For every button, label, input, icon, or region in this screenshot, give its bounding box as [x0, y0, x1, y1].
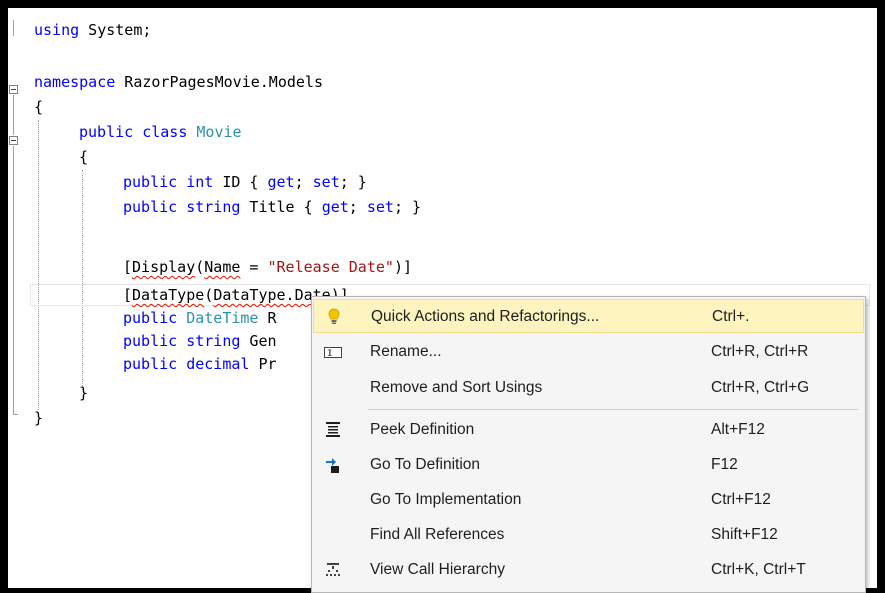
call-hierarchy-icon	[323, 560, 343, 580]
menu-item-shortcut: Shift+F12	[711, 526, 778, 543]
menu-item-label: Peek Definition	[370, 421, 475, 438]
menu-item-shortcut: Ctrl+K, Ctrl+T	[711, 561, 806, 578]
menu-item-go-to-implementation[interactable]: Go To Implementation Ctrl+F12	[313, 483, 864, 517]
code-line-12: public decimal Pr	[123, 355, 277, 373]
menu-item-label: Find All References	[370, 526, 505, 543]
lightbulb-icon	[324, 307, 344, 327]
rename-icon: I	[323, 342, 343, 362]
code-line-4: public class Movie	[79, 123, 242, 141]
menu-item-remove-sort-usings[interactable]: Remove and Sort Usings Ctrl+R, Ctrl+G	[313, 371, 864, 405]
go-to-definition-icon	[323, 455, 343, 475]
outline-end	[13, 414, 18, 415]
context-menu: Quick Actions and Refactorings... Ctrl+.…	[311, 296, 866, 593]
indent-guide	[38, 120, 39, 410]
code-line-10: public DateTime R	[123, 309, 277, 327]
menu-item-find-all-references[interactable]: Find All References Shift+F12	[313, 518, 864, 552]
menu-item-shortcut: Ctrl+.	[712, 308, 750, 325]
indent-guide	[82, 170, 83, 390]
code-line-7: public string Title { get; set; }	[123, 198, 422, 216]
menu-item-rename[interactable]: I Rename... Ctrl+R, Ctrl+R	[313, 335, 864, 369]
menu-item-label: Quick Actions and Refactorings...	[371, 308, 600, 325]
outline-line	[13, 20, 14, 36]
window-frame: using System; namespace RazorPagesMovie.…	[0, 0, 885, 593]
menu-item-label: Go To Implementation	[370, 491, 522, 508]
menu-item-label: Rename...	[370, 343, 442, 360]
outline-line	[13, 146, 14, 414]
menu-item-quick-actions[interactable]: Quick Actions and Refactorings... Ctrl+.	[313, 299, 864, 333]
menu-item-go-to-definition[interactable]: Go To Definition F12	[313, 448, 864, 482]
menu-item-peek-definition[interactable]: Peek Definition Alt+F12	[313, 413, 864, 447]
code-line-2: namespace RazorPagesMovie.Models	[34, 73, 323, 91]
menu-item-shortcut: Alt+F12	[711, 421, 765, 438]
code-line-3: {	[34, 98, 44, 116]
collapse-class-icon[interactable]	[9, 136, 18, 145]
outline-line	[13, 95, 14, 135]
menu-item-label: Remove and Sort Usings	[370, 379, 543, 396]
collapse-namespace-icon[interactable]	[9, 85, 18, 94]
menu-item-view-call-hierarchy[interactable]: View Call Hierarchy Ctrl+K, Ctrl+T	[313, 553, 864, 587]
menu-separator	[368, 409, 858, 410]
code-line-11: public string Gen	[123, 332, 277, 350]
menu-item-shortcut: F12	[711, 456, 738, 473]
code-line-5: {	[79, 148, 89, 166]
code-line-1: using System;	[34, 21, 152, 39]
menu-item-shortcut: Ctrl+R, Ctrl+R	[711, 343, 809, 360]
code-line-6: public int ID { get; set; }	[123, 173, 367, 191]
code-line-8: [Display(Name = "Release Date")]	[123, 258, 412, 276]
menu-item-shortcut: Ctrl+R, Ctrl+G	[711, 379, 810, 396]
peek-definition-icon	[323, 420, 343, 440]
menu-item-label: View Call Hierarchy	[370, 561, 505, 578]
code-line-14: }	[34, 409, 44, 427]
menu-item-label: Go To Definition	[370, 456, 480, 473]
code-line-13: }	[79, 384, 89, 402]
menu-item-shortcut: Ctrl+F12	[711, 491, 771, 508]
